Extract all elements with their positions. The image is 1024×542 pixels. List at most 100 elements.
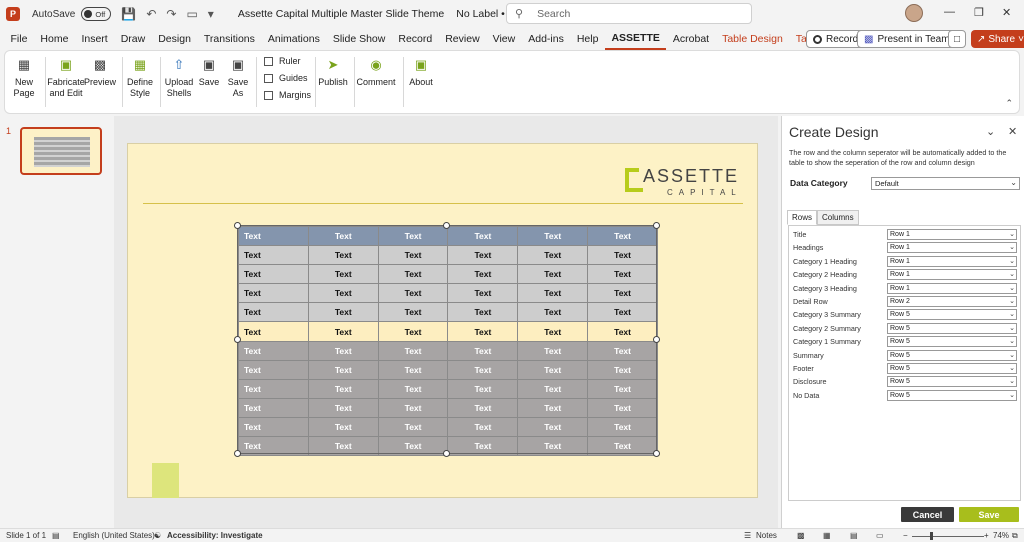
zoom-slider-thumb[interactable] [930,532,933,540]
table-cell[interactable]: Text [447,283,519,304]
mapping-select[interactable]: Row 1 ⌄ [887,282,1017,294]
table-cell[interactable]: Text [447,321,519,342]
preview-button[interactable]: ▩ Preview [84,54,116,88]
slideshow-view-icon[interactable]: ▭ [876,531,884,540]
publish-button[interactable]: ➤ Publish [318,54,348,88]
tab-transitions[interactable]: Transitions [197,28,261,50]
table-cell[interactable]: Text [377,359,449,380]
table-cell[interactable]: Text [447,302,519,323]
table-row[interactable]: Text Text Text Text Text Text [238,264,658,285]
table-cell[interactable]: Text [517,245,589,266]
table-cell[interactable]: Text [587,283,658,304]
table-cell[interactable]: Text [517,225,589,247]
comment-button[interactable]: ◉ Comment [357,54,396,88]
close-window-icon[interactable]: ✕ [1002,6,1011,19]
table-cell[interactable]: Text [517,436,589,457]
tab-help[interactable]: Help [570,28,605,50]
table-cell[interactable]: Text [587,397,658,418]
tab-slide-show[interactable]: Slide Show [326,28,392,50]
table-cell[interactable]: Text [377,283,449,304]
mapping-select[interactable]: Row 1 ⌄ [887,255,1017,267]
table-row[interactable]: Text Text Text Text Text Text [238,397,658,418]
mapping-select[interactable]: Row 5 ⌄ [887,389,1017,401]
mapping-select[interactable]: Row 5 ⌄ [887,363,1017,374]
table-cell[interactable]: Text [447,225,519,247]
table-cell[interactable]: Text [307,359,379,380]
tab-design[interactable]: Design [152,28,198,50]
notes-button[interactable]: Notes [756,531,777,540]
table-cell[interactable]: Text [377,416,449,438]
table-cell[interactable]: Text [587,378,658,399]
about-button[interactable]: ▣ About [406,54,436,88]
table-cell[interactable]: Text [307,264,379,285]
language-status[interactable]: English (United States) [73,531,155,540]
table-cell[interactable]: Text [238,264,309,285]
table-row[interactable]: Text Text Text Text Text Text [238,245,658,266]
table-cell[interactable]: Text [307,436,379,457]
table-cell[interactable]: Text [238,302,309,323]
fabricate-and-edit-button[interactable]: ▣ Fabricate and Edit [47,54,85,99]
slide-canvas[interactable]: ASSETTE CAPITAL Text Text Text Text Text Text… [127,143,758,498]
reading-view-icon[interactable]: ▤ [850,531,858,540]
table-cell[interactable]: Text [307,283,379,304]
present-in-teams-button[interactable]: ▩ Present in Teams [857,30,962,48]
save-as-button[interactable]: ▣ Save As [226,54,250,99]
zoom-out-icon[interactable]: − [903,531,908,540]
ruler-checkbox[interactable]: Ruler [264,56,301,66]
mapping-select[interactable]: Row 5 ⌄ [887,322,1017,334]
tab-table-design[interactable]: Table Design [716,28,790,50]
resize-handle[interactable] [653,450,660,457]
table-cell[interactable]: Text [307,416,379,438]
resize-handle[interactable] [653,222,660,229]
table-row[interactable]: Text Text Text Text Text Text [238,225,658,247]
tab-add-ins[interactable]: Add-ins [522,28,571,50]
zoom-level[interactable]: 74% [993,531,1009,540]
table-row[interactable]: Text Text Text Text Text Text [238,378,658,399]
zoom-slider[interactable] [912,536,984,537]
table-cell[interactable]: Text [377,225,449,247]
redo-icon[interactable]: ↷ [166,7,176,21]
resize-handle[interactable] [653,336,660,343]
tab-file[interactable]: File [4,28,34,50]
table-cell[interactable]: Text [517,302,589,323]
table-cell[interactable]: Text [587,245,658,266]
resize-handle[interactable] [234,222,241,229]
slide-thumbnail[interactable] [20,127,102,175]
table-cell[interactable]: Text [587,340,658,361]
table-row[interactable]: Text Text Text Text Text Text [238,359,658,380]
table-cell[interactable]: Text [307,340,379,361]
tab-insert[interactable]: Insert [75,28,114,50]
table-cell[interactable]: Text [517,264,589,285]
tab-draw[interactable]: Draw [114,28,152,50]
table-cell[interactable]: Text [517,378,589,399]
mapping-select[interactable]: Row 5 ⌄ [887,349,1017,361]
table-cell[interactable]: Text [447,378,519,399]
save-ribbon-button[interactable]: ▣ Save [197,54,221,88]
user-avatar[interactable] [905,4,923,22]
table-cell[interactable]: Text [307,321,379,342]
collapse-ribbon-icon[interactable]: ⌃ [1005,98,1013,109]
mapping-select[interactable]: Row 1 ⌄ [887,242,1017,254]
mapping-select[interactable]: Row 1 ⌄ [887,229,1017,240]
mapping-select[interactable]: Row 2 ⌄ [887,296,1017,307]
minimize-icon[interactable]: — [944,6,955,18]
table-cell[interactable]: Text [238,245,309,266]
table-cell[interactable]: Text [587,359,658,380]
table-cell[interactable]: Text [587,321,658,342]
accessibility-status[interactable]: Accessibility: Investigate [167,531,263,540]
table-cell[interactable]: Text [238,225,309,247]
define-style-button[interactable]: ▦ Define Style [125,54,155,99]
autosave-toggle[interactable]: Off [81,7,112,21]
table-cell[interactable]: Text [517,359,589,380]
table-cell[interactable]: Text [377,264,449,285]
table-cell[interactable]: Text [587,302,658,323]
save-icon[interactable]: 💾 [121,7,136,21]
table-cell[interactable]: Text [377,378,449,399]
tab-columns[interactable]: Columns [817,210,859,225]
zoom-in-icon[interactable]: + [984,531,989,540]
mapping-select[interactable]: Row 5 ⌄ [887,376,1017,388]
tab-record[interactable]: Record [392,28,439,50]
table-cell[interactable]: Text [377,436,449,457]
present-icon[interactable]: ▭ [186,7,197,21]
table-cell[interactable]: Text [377,340,449,361]
